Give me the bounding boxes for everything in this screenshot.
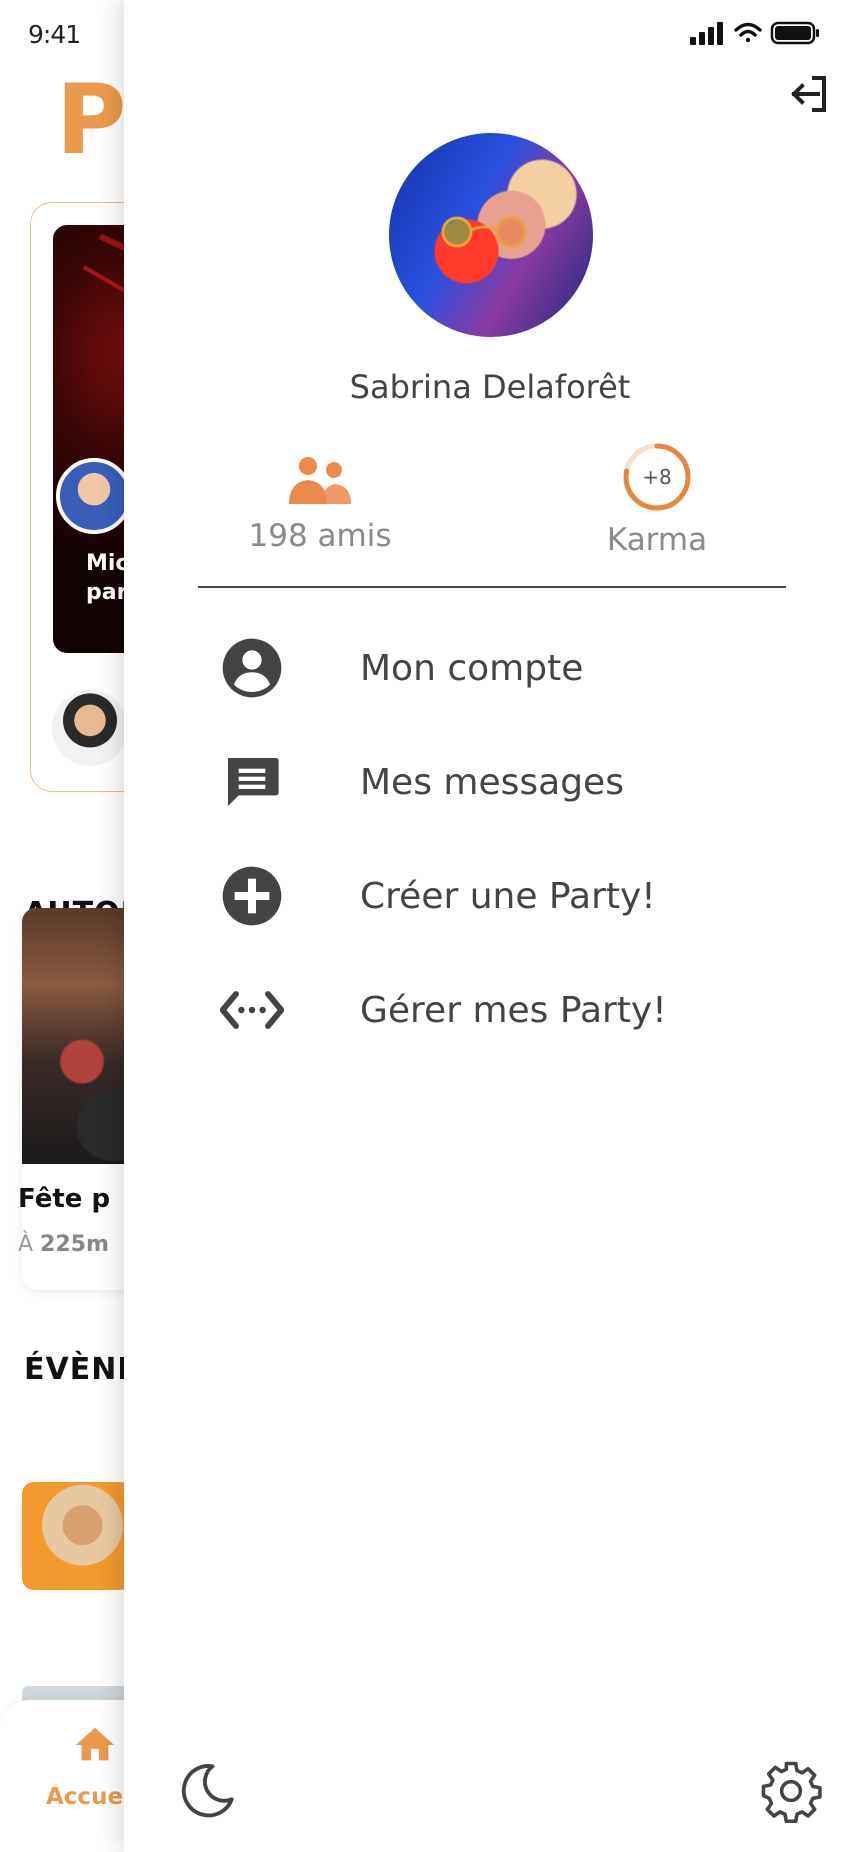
avatar-glasses-detail <box>441 216 527 248</box>
karma-stat[interactable]: +8 Karma <box>547 440 767 558</box>
wifi-icon <box>734 22 762 43</box>
menu-item-manage-parties[interactable]: Gérer mes Party! <box>220 978 780 1058</box>
karma-value: +8 <box>642 465 671 489</box>
screen: 9:41 Pa Mic par AUTOUR Fête p À 225m ÉVÈ… <box>0 0 856 1852</box>
friends-icon <box>289 457 351 504</box>
menu-item-create-party[interactable]: Créer une Party! <box>220 864 780 944</box>
drawer-divider <box>198 586 786 588</box>
menu-item-account[interactable]: Mon compte <box>220 636 780 716</box>
distance-prefix: À <box>18 1232 41 1257</box>
logout-icon[interactable] <box>784 70 832 118</box>
gear-icon[interactable] <box>758 1758 824 1824</box>
section-events-title: ÉVÈNE <box>24 1352 139 1387</box>
friends-stat[interactable]: 198 amis <box>210 440 430 554</box>
code-arrows-icon <box>220 991 284 1029</box>
event-thumbnail[interactable] <box>22 1482 132 1590</box>
attendee-avatar[interactable] <box>52 690 128 766</box>
account-circle-icon <box>222 638 282 698</box>
menu-item-messages[interactable]: Mes messages <box>220 750 780 830</box>
featured-party-host-text: Mic par <box>86 550 128 607</box>
host-avatar[interactable] <box>56 458 132 534</box>
friends-count: 198 amis <box>248 518 392 554</box>
menu-item-label: Mon compte <box>360 648 584 689</box>
nav-home-label[interactable]: Accue <box>46 1784 123 1810</box>
nearby-party-distance: À 225m <box>18 1232 109 1257</box>
menu-item-label: Gérer mes Party! <box>360 990 667 1031</box>
profile-avatar[interactable] <box>389 133 593 337</box>
karma-ring: +8 <box>623 443 691 511</box>
bottom-nav <box>0 1700 140 1852</box>
moon-icon[interactable] <box>174 1758 240 1824</box>
hero-line: Mic par <box>86 551 129 605</box>
battery-icon <box>770 21 819 45</box>
profile-name: Sabrina Delaforêt <box>349 368 631 406</box>
distance-value: 225m <box>40 1232 109 1257</box>
message-icon <box>228 758 279 806</box>
signal-icon <box>690 22 723 45</box>
menu-item-label: Créer une Party! <box>360 876 656 917</box>
side-drawer: Sabrina Delaforêt 198 amis +8 Karma Mon … <box>124 0 856 1852</box>
status-icons <box>690 21 819 45</box>
add-circle-icon <box>222 866 282 926</box>
status-time: 9:41 <box>28 20 81 49</box>
home-icon[interactable] <box>72 1722 118 1768</box>
menu-item-label: Mes messages <box>360 762 624 803</box>
nearby-party-title: Fête p <box>18 1184 111 1214</box>
karma-label: Karma <box>606 522 708 558</box>
